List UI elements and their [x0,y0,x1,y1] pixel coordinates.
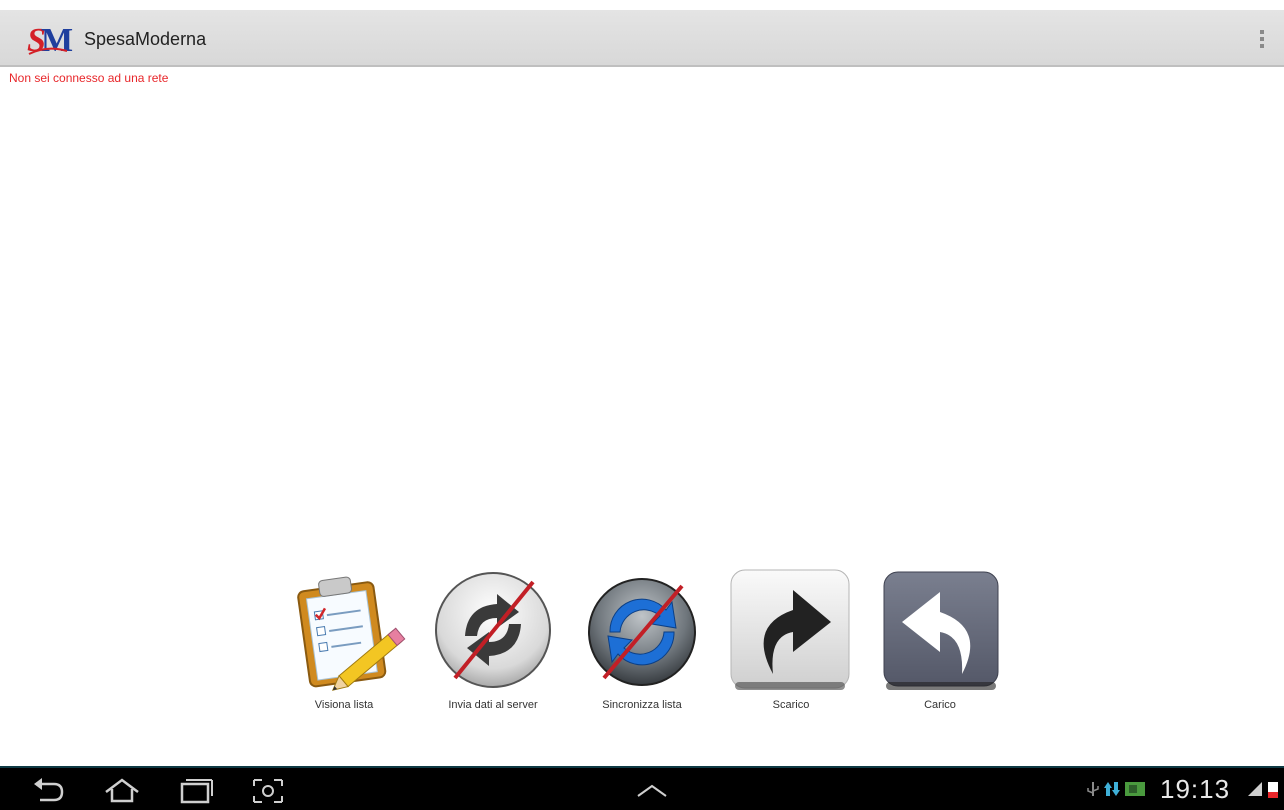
connection-status-message: Non sei connesso ad una rete [9,71,169,85]
tile-label: Carico [924,699,956,711]
tile-label: Visiona lista [314,699,374,711]
menu-dot-icon [1260,44,1264,48]
signal-strength-icon [1246,780,1264,803]
unload-button[interactable]: Scarico [723,566,859,716]
screenshot-icon[interactable] [248,776,288,804]
view-list-button[interactable]: Visiona lista [276,566,412,716]
refresh-disabled-icon [580,566,704,696]
load-button[interactable]: Carico [872,566,1008,716]
battery-icon [1266,780,1280,805]
system-navigation-bar: 19:13 [0,766,1284,810]
chevron-up-icon[interactable] [632,776,672,804]
data-transfer-icon [1104,780,1120,803]
app-title: SpesaModerna [84,29,207,49]
action-bar: S M SpesaModerna [0,10,1284,67]
status-clock: 19:13 [1160,774,1231,804]
status-top-margin [0,0,1284,10]
overflow-menu-button[interactable] [1254,25,1270,53]
app-logo-icon[interactable]: S M [27,21,75,59]
svg-text:M: M [41,22,73,57]
sync-list-button[interactable]: Sincronizza lista [574,566,710,716]
arrow-back-icon [878,566,1002,696]
gallery-notification-icon [1124,780,1146,803]
tile-label: Sincronizza lista [602,699,682,711]
tile-label: Scarico [772,699,810,711]
menu-dot-icon [1260,37,1264,41]
home-icon[interactable] [102,776,142,804]
recent-apps-icon[interactable] [176,776,216,804]
menu-dot-icon [1260,30,1264,34]
tile-label: Invia dati al server [448,699,538,711]
arrow-forward-icon [729,566,853,696]
clipboard-checklist-icon [282,566,406,696]
send-data-button[interactable]: Invia dati al server [425,566,561,716]
sync-disabled-icon [431,566,555,696]
back-icon[interactable] [28,776,68,804]
usb-icon [1086,780,1100,803]
action-tiles: Visiona lista Invia dati al server Sincr… [276,566,1006,716]
